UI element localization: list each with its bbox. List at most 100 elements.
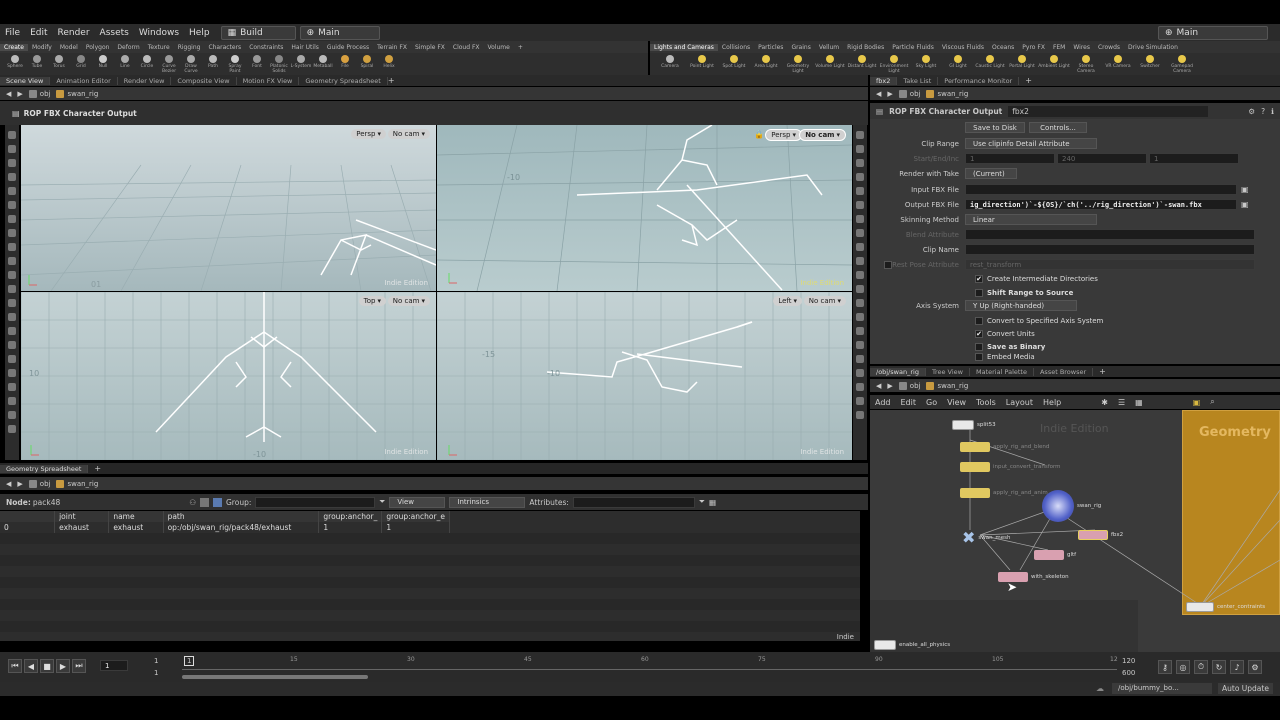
jump-start-icon[interactable]: ⏮ [8,659,22,673]
menu-file[interactable]: File [0,28,25,38]
shelf-tab-oceans[interactable]: Oceans [988,44,1018,51]
viewport-left[interactable]: -15 -10 Left ▾ No cam ▾ Indie Edition [437,292,852,460]
breadcrumb-obj[interactable]: obj [28,89,50,98]
record-tool-icon[interactable] [8,313,16,321]
menu-edit[interactable]: Edit [25,28,52,38]
shade-display-icon[interactable] [856,173,864,181]
save-binary-checkbox[interactable]: Save as Binary [975,342,1045,351]
note-icon[interactable]: ▣ [1188,398,1206,407]
shelf-tab-polygon[interactable]: Polygon [82,44,114,51]
auto-update-button[interactable]: Auto Update [1218,683,1273,694]
shelf-tab-texture[interactable]: Texture [144,44,174,51]
node-gltf[interactable]: gltf [1034,550,1076,560]
grab-tool-icon[interactable] [8,341,16,349]
group-filter-input[interactable] [255,496,376,508]
pts-display-icon[interactable] [856,341,864,349]
uv-display-icon[interactable] [856,369,864,377]
shelf-tab-constraints[interactable]: Constraints [245,44,287,51]
shelf-tab-guide-process[interactable]: Guide Process [323,44,373,51]
embed-media-checkbox[interactable]: Embed Media [975,353,1035,361]
display-display-icon[interactable] [856,145,864,153]
ortho-display-icon[interactable] [856,271,864,279]
stop-icon[interactable]: ■ [40,659,54,673]
tool-null[interactable]: Null [92,53,114,69]
forward-arrow-icon[interactable]: ▶ [17,480,22,488]
tab-asset-browser[interactable]: Asset Browser [1034,367,1094,376]
tool-grid[interactable]: Grid [70,53,92,69]
ghost-display-icon[interactable] [856,201,864,209]
view-tool-icon[interactable] [8,145,16,153]
right-context-selector[interactable]: ⊕ Main [1158,25,1268,40]
network-menu-tools[interactable]: Tools [971,398,1001,407]
scope-icon[interactable]: ◎ [1176,660,1190,674]
tab-scene-view[interactable]: Scene View [0,76,51,85]
tool-font[interactable]: Font [246,53,268,69]
status-path[interactable]: /obj/bummy_bo... [1112,683,1212,694]
shift-range-checkbox[interactable]: Shift Range to Source [975,288,1073,297]
network-canvas[interactable]: Geometry Indie Edition split53 apply_rig… [870,410,1280,652]
network-menu-layout[interactable]: Layout [1001,398,1038,407]
view-persp-button-2[interactable]: Persp ▾ [765,129,802,141]
forward-arrow-icon[interactable]: ▶ [887,382,892,390]
network-menu-go[interactable]: Go [921,398,942,407]
tab-material-palette[interactable]: Material Palette [970,367,1034,376]
cam-button-2[interactable]: No cam ▾ [799,129,846,141]
rest-pose-field[interactable]: rest_transform [965,259,1255,270]
current-frame-field[interactable]: 1 [100,660,128,671]
magnet-tool-icon[interactable] [8,425,16,433]
play-icon[interactable]: ▶ [56,659,70,673]
wrench-icon[interactable]: ✱ [1096,398,1113,407]
menu-render[interactable]: Render [53,28,95,38]
shelf-tab-crowds[interactable]: Crowds [1094,44,1124,51]
cam-tool-icon[interactable] [8,285,16,293]
view-top-button[interactable]: Top ▾ [358,296,386,306]
tool-geometry-light[interactable]: Geometry Light [782,53,814,74]
info-icon[interactable]: ℹ [1271,107,1274,116]
tab-network-path[interactable]: /obj/swan_rig [870,367,926,376]
network-menu-edit[interactable]: Edit [896,398,922,407]
skinning-dropdown[interactable]: Linear [965,214,1097,225]
lasso-tool-icon[interactable] [8,397,16,405]
shelf-tab-rigid-bodies[interactable]: Rigid Bodies [843,44,888,51]
node-input-convert[interactable]: input_convert_transform [960,462,1061,472]
move-tool-icon[interactable] [8,187,16,195]
erase-tool-icon[interactable] [8,411,16,419]
fx-display-icon[interactable] [856,411,864,419]
output-fbx-field[interactable]: ig_direction')`-${OS}/`ch('../rig_direct… [965,199,1237,210]
timeline-range-slider[interactable] [182,675,368,679]
back-arrow-icon[interactable]: ◀ [6,90,11,98]
tool-circle[interactable]: Circle [136,53,158,69]
add-tab-icon[interactable]: + [514,44,527,51]
shelf-tab-model[interactable]: Model [56,44,82,51]
tab-take-list[interactable]: Take List [897,76,939,85]
context-selector[interactable]: ⊕ Main [299,25,380,40]
shelf-tab-lights-and-cameras[interactable]: Lights and Cameras [650,43,718,51]
xr-display-icon[interactable] [856,397,864,405]
key-icon[interactable]: ⚷ [1158,660,1172,674]
tool-environment-light[interactable]: Environment Light [878,53,910,74]
network-breadcrumb-swan-rig[interactable]: swan_rig [926,381,968,390]
viewport-top[interactable]: 10 -10 Top ▾ No cam ▾ Indie Edition [21,292,436,460]
tool-spray-paint[interactable]: Spray Paint [224,53,246,74]
tool-gi-light[interactable]: GI Light [942,53,974,69]
cam-button-3[interactable]: No cam ▾ [387,296,430,306]
end-field[interactable]: 240 [1057,153,1147,164]
bone-tool-icon[interactable] [8,327,16,335]
tool-volume-light[interactable]: Volume Light [814,53,846,69]
viewport-persp-2[interactable]: -10 🔒 Persp ▾ No cam ▾ Indie Edition [437,125,852,291]
controls-button[interactable]: Controls... [1029,122,1087,133]
tool-path[interactable]: Path [202,53,224,69]
tag-tool-icon[interactable] [8,369,16,377]
handle-tool-icon[interactable] [8,159,16,167]
jump-end-icon[interactable]: ⏭ [72,659,86,673]
shelf-tab-modify[interactable]: Modify [28,44,56,51]
tool-metaball[interactable]: Metaball [312,53,334,69]
spreadsheet-breadcrumb-swan-rig[interactable]: swan_rig [56,479,98,488]
column-header-group-anchor-2[interactable]: group:anchor_e [381,511,450,522]
column-header-path[interactable]: path [163,511,320,522]
add-tab-icon[interactable]: + [388,76,395,85]
select-tool-icon[interactable] [8,131,16,139]
input-fbx-field[interactable] [965,184,1237,195]
tool-sky-light[interactable]: Sky Light [910,53,942,69]
node-swan-rig[interactable]: swan_rig [1042,490,1101,522]
